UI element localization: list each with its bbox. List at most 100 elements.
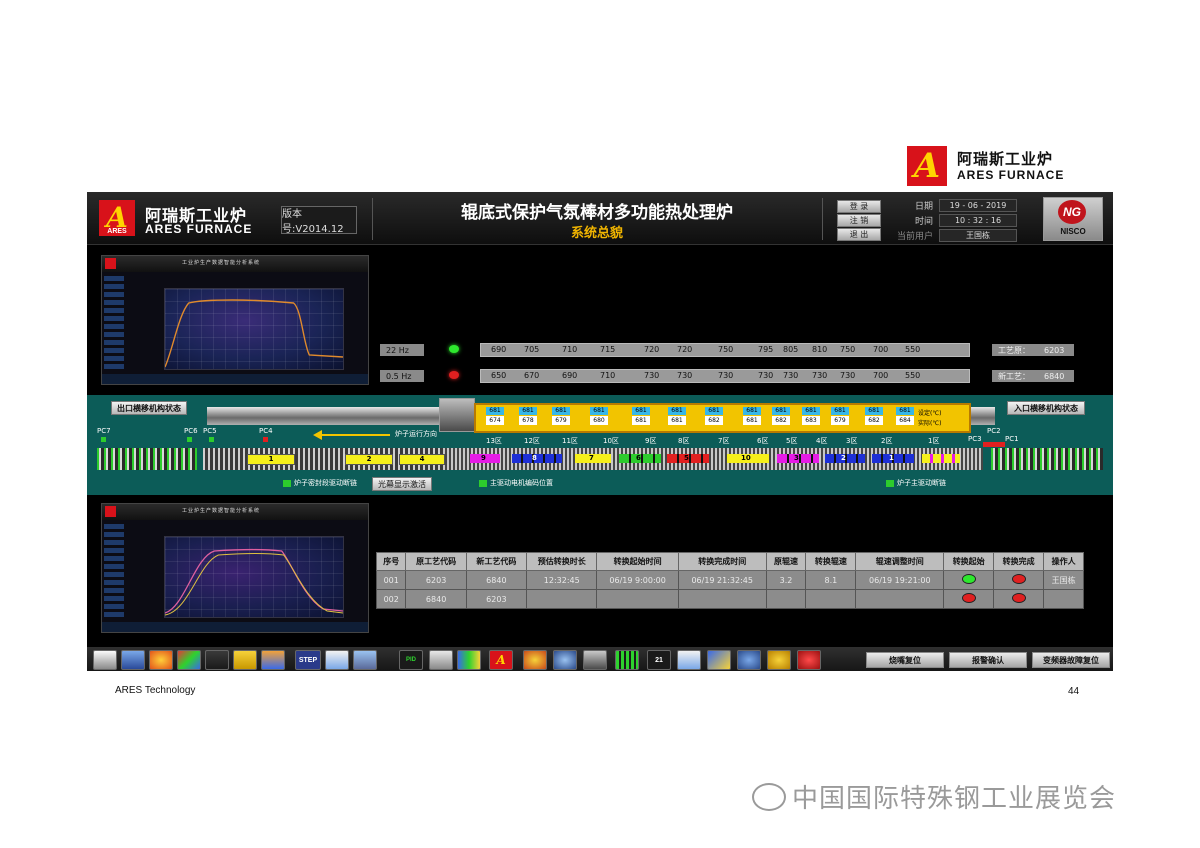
chart-icon[interactable] bbox=[177, 650, 201, 670]
monitor-icon[interactable] bbox=[121, 650, 145, 670]
report-icon[interactable] bbox=[677, 650, 701, 670]
table-cell: 6203 bbox=[465, 589, 527, 609]
burner-reset-button[interactable]: 烧嘴复位 bbox=[866, 652, 944, 668]
warning-icon[interactable] bbox=[233, 650, 257, 670]
tc-actual: 683 bbox=[802, 416, 820, 425]
data-analysis-thumbnail[interactable]: 工业炉生产数据智能分析系统 bbox=[101, 503, 369, 633]
envelope-icon[interactable] bbox=[205, 650, 229, 670]
footer-company: ARES Technology bbox=[115, 685, 196, 696]
zone-label: 5区 bbox=[786, 437, 798, 445]
close-icon[interactable] bbox=[797, 650, 821, 670]
pc7-sensor bbox=[101, 437, 106, 442]
tc-actual: 674 bbox=[486, 416, 504, 425]
users-icon[interactable] bbox=[707, 650, 731, 670]
pc2-label: PC2 bbox=[987, 427, 1001, 435]
table-cell: 3.2 bbox=[765, 570, 807, 590]
ares-logo-icon bbox=[105, 506, 116, 517]
search-icon[interactable] bbox=[553, 650, 577, 670]
calendar-icon[interactable] bbox=[353, 650, 377, 670]
frequency-readout: 22 Hz bbox=[380, 344, 424, 356]
document-icon[interactable] bbox=[325, 650, 349, 670]
furnace-zones: 681 674 681 678 681 679 681 680 681 681 681 68… bbox=[474, 403, 971, 433]
flame-icon[interactable] bbox=[149, 650, 173, 670]
arrow-head-icon bbox=[313, 430, 322, 440]
data-analysis-thumbnail[interactable]: 工业炉生产数据智能分析系统 bbox=[101, 255, 369, 385]
tc-set: 681 bbox=[552, 407, 570, 415]
hmi-taskbar: STEP PID A 21 烧嘴复位 报警确认 变频器故障复位 bbox=[87, 647, 1113, 671]
date-label: 日期 bbox=[915, 202, 934, 212]
thumbnail-header: 工业炉生产数据智能分析系统 bbox=[102, 504, 368, 520]
key-icon[interactable] bbox=[767, 650, 791, 670]
brand-name-en: ARES FURNACE bbox=[957, 168, 1065, 182]
temperature-strip-original: 690 705 710 715 720 720 750 795 805 810 … bbox=[480, 343, 970, 357]
alarm-status-lamp bbox=[449, 371, 459, 379]
thumbnail-sidebar bbox=[104, 276, 124, 370]
zone-temp: 720 bbox=[644, 345, 660, 354]
table-cell: 06/19 19:21:00 bbox=[855, 570, 945, 590]
ares-logo-caption: ARES bbox=[99, 228, 135, 235]
thumbnail-taskbar bbox=[102, 622, 368, 632]
column-header: 预估转换时长 bbox=[525, 552, 598, 571]
zone-label: 13区 bbox=[486, 437, 502, 445]
page-title: 辊底式保护气氛棒材多功能热处理炉 bbox=[461, 203, 733, 223]
time-value: 10 : 32 : 16 bbox=[939, 214, 1017, 227]
zone-label: 8区 bbox=[678, 437, 690, 445]
legend-swatch bbox=[283, 479, 291, 487]
zone-temp: 690 bbox=[491, 345, 507, 354]
zone-temp: 550 bbox=[905, 371, 921, 380]
entry-transfer-status-button[interactable]: 入口横移机构状态 bbox=[1007, 401, 1085, 415]
bar-number: 5 bbox=[684, 454, 689, 462]
frequency-readout: 0.5 Hz bbox=[380, 370, 424, 382]
signal-icon[interactable] bbox=[523, 650, 547, 670]
table-row[interactable]: 002 6840 6203 bbox=[375, 589, 1084, 609]
step-icon[interactable]: STEP bbox=[295, 650, 321, 670]
table-cell: 06/19 9:00:00 bbox=[596, 570, 679, 590]
thermocouple: 681 682 bbox=[772, 407, 790, 427]
bars-icon[interactable] bbox=[457, 650, 481, 670]
tc-set: 681 bbox=[831, 407, 849, 415]
alarm-ack-button[interactable]: 报警确认 bbox=[949, 652, 1027, 668]
exit-transfer-status-button[interactable]: 出口横移机构状态 bbox=[111, 401, 187, 415]
user-value: 王国栋 bbox=[939, 229, 1017, 242]
zone-temp: 795 bbox=[758, 345, 774, 354]
column-header: 转换辊速 bbox=[805, 552, 857, 571]
colored-bar-piece: 2 bbox=[825, 454, 865, 463]
new-process-field: 新工艺： 6840 bbox=[992, 370, 1074, 382]
thumbnail-plot bbox=[164, 288, 344, 370]
tc-set: 681 bbox=[590, 407, 608, 415]
inverter-fault-reset-button[interactable]: 变频器故障复位 bbox=[1032, 652, 1110, 668]
tc-set: 681 bbox=[802, 407, 820, 415]
light-curtain-button[interactable]: 光幕显示激活 bbox=[372, 477, 432, 491]
printer-icon[interactable] bbox=[429, 650, 453, 670]
pid-icon[interactable]: PID bbox=[399, 650, 423, 670]
zone-label: 3区 bbox=[846, 437, 858, 445]
entry-roller-table bbox=[991, 448, 1103, 470]
list-icon[interactable] bbox=[583, 650, 607, 670]
legend-encoder: 主驱动电机编码位置 bbox=[479, 478, 553, 488]
status-lamp-icon bbox=[1011, 593, 1026, 603]
table-cell: 001 bbox=[375, 570, 407, 590]
ares-icon[interactable]: A bbox=[489, 650, 513, 670]
refresh-icon[interactable] bbox=[261, 650, 285, 670]
home-icon[interactable] bbox=[93, 650, 117, 670]
table-cell bbox=[855, 589, 945, 609]
login-button[interactable]: 登 录 bbox=[837, 200, 881, 213]
bar-number: 1 bbox=[889, 454, 894, 462]
column-header: 序号 bbox=[375, 552, 407, 571]
table-cell: 6203 bbox=[405, 570, 467, 590]
zone-temp: 730 bbox=[758, 371, 774, 380]
table-cell: 8.1 bbox=[805, 570, 857, 590]
logout-button[interactable]: 注 销 bbox=[837, 214, 881, 227]
header-divider bbox=[372, 198, 373, 240]
bar-number: 3 bbox=[794, 454, 799, 462]
tc-actual: 682 bbox=[865, 416, 883, 425]
zone-label: 6区 bbox=[757, 437, 769, 445]
bar-number: 9 bbox=[481, 454, 486, 462]
exit-button[interactable]: 退 出 bbox=[837, 228, 881, 241]
date-icon[interactable]: 21 bbox=[647, 650, 671, 670]
zone-temp: 730 bbox=[783, 371, 799, 380]
tc-actual: 678 bbox=[519, 416, 537, 425]
grid-icon[interactable] bbox=[615, 650, 639, 670]
table-row[interactable]: 001 6203 6840 12:32:45 06/19 9:00:00 06/… bbox=[375, 570, 1084, 590]
user-icon[interactable] bbox=[737, 650, 761, 670]
